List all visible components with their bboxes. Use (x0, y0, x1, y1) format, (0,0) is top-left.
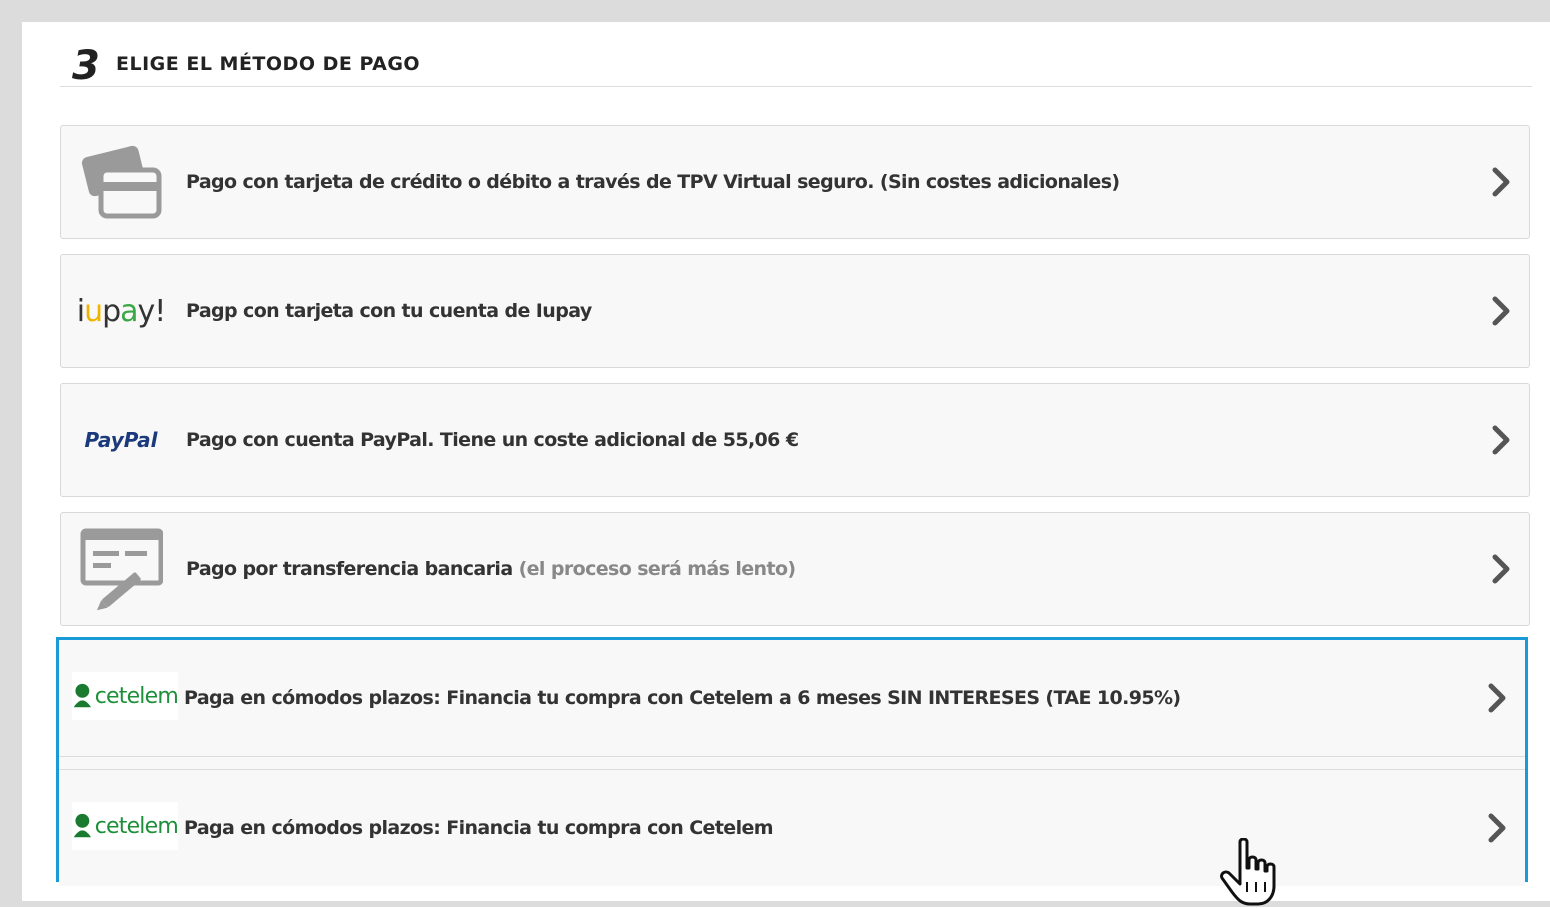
chevron-right-icon (1492, 425, 1510, 455)
payment-option-label: Pagp con tarjeta con tu cuenta de Iupay (186, 300, 592, 322)
bank-transfer-note: (el proceso será más lento) (518, 558, 797, 580)
credit-card-icon (79, 140, 163, 224)
chevron-right-icon (1488, 813, 1506, 843)
cetelem-logo: cetelem (72, 802, 179, 850)
iupay-logo: iupay! (76, 293, 167, 329)
financing-option-cetelem[interactable]: cetelem Paga en cómodos plazos: Financia… (59, 769, 1525, 886)
payment-option-label: Pago con tarjeta de crédito o débito a t… (186, 171, 1120, 193)
window-frame-top (0, 0, 1550, 22)
window-frame-left (0, 0, 22, 907)
payment-option-iupay[interactable]: iupay! Pagp con tarjeta con tu cuenta de… (60, 254, 1530, 368)
financing-options-group: cetelem Paga en cómodos plazos: Financia… (56, 637, 1528, 886)
chevron-right-icon (1488, 683, 1506, 713)
hand-pointer-cursor-icon (1220, 838, 1276, 906)
financing-option-cetelem-6-months[interactable]: cetelem Paga en cómodos plazos: Financia… (59, 640, 1525, 757)
cetelem-logo: cetelem (72, 672, 179, 720)
chevron-right-icon (1492, 296, 1510, 326)
paypal-logo: PayPal (84, 428, 158, 452)
step-number: 3 (72, 43, 100, 89)
section-header: 3 ELIGE EL MÉTODO DE PAGO (60, 32, 1532, 89)
payment-method-panel: 3 ELIGE EL MÉTODO DE PAGO Pago con tarje… (22, 22, 1550, 901)
financing-option-label: Paga en cómodos plazos: Financia tu comp… (184, 687, 1181, 709)
bank-transfer-icon (79, 527, 163, 611)
payment-option-label: Pago por transferencia bancaria (el proc… (186, 513, 796, 625)
section-title: ELIGE EL MÉTODO DE PAGO (116, 53, 421, 75)
payment-option-bank-transfer[interactable]: Pago por transferencia bancaria (el proc… (60, 512, 1530, 626)
payment-option-label: Pago con cuenta PayPal. Tiene un coste a… (186, 429, 799, 451)
payment-option-paypal[interactable]: PayPal Pago con cuenta PayPal. Tiene un … (60, 383, 1530, 497)
financing-option-label: Paga en cómodos plazos: Financia tu comp… (184, 817, 774, 839)
chevron-right-icon (1492, 554, 1510, 584)
payment-option-credit-card[interactable]: Pago con tarjeta de crédito o débito a t… (60, 125, 1530, 239)
window-frame-bottom (0, 901, 1550, 907)
chevron-right-icon (1492, 167, 1510, 197)
bank-transfer-label: Pago por transferencia bancaria (186, 558, 513, 580)
